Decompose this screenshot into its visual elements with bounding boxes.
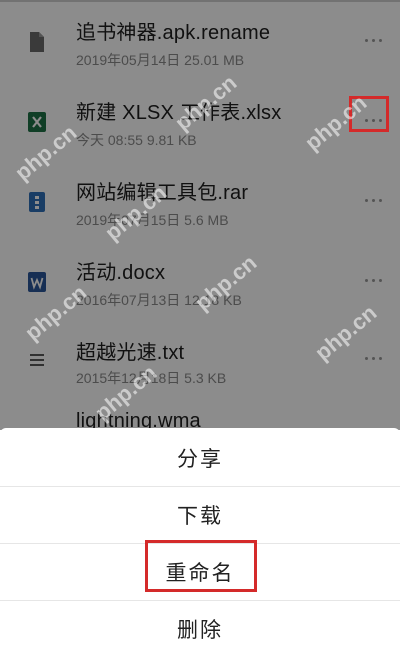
rename-option-highlight <box>145 540 257 592</box>
share-option[interactable]: 分享 <box>0 430 400 486</box>
more-button-highlight <box>349 96 389 132</box>
download-option[interactable]: 下载 <box>0 487 400 543</box>
delete-option[interactable]: 删除 <box>0 601 400 657</box>
action-sheet: 分享 下载 重命名 删除 <box>0 428 400 659</box>
dim-overlay[interactable] <box>0 0 400 430</box>
file-list: 追书神器.apk.rename 2019年05月14日 25.01 MB 新建 … <box>0 0 400 430</box>
